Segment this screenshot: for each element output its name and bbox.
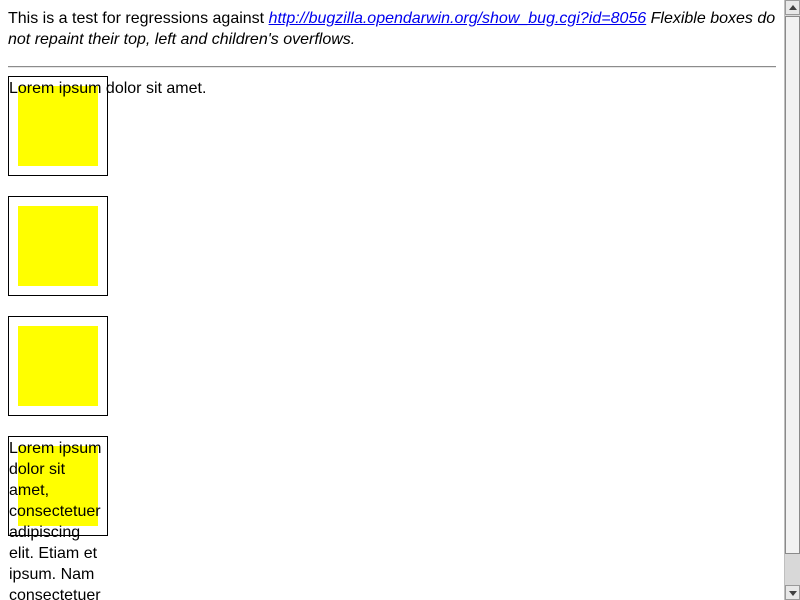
yellow-fill <box>18 326 98 406</box>
scroll-down-button[interactable] <box>785 585 800 600</box>
vertical-scrollbar[interactable] <box>784 0 800 600</box>
horizontal-rule <box>8 66 776 68</box>
intro-paragraph: This is a test for regressions against h… <box>8 8 776 50</box>
arrow-up-icon <box>789 5 797 10</box>
scroll-up-button[interactable] <box>785 0 800 15</box>
box-overflow-text: Lorem ipsum dolor sit amet. <box>9 80 207 97</box>
bug-link[interactable]: http://bugzilla.opendarwin.org/show_bug.… <box>269 10 647 27</box>
flex-box-2 <box>8 196 108 296</box>
page-content: This is a test for regressions against h… <box>8 8 776 50</box>
box-overflow-text: Lorem ipsum dolor sit amet, consectetuer… <box>9 440 102 600</box>
flex-box-3 <box>8 316 108 416</box>
yellow-fill <box>18 206 98 286</box>
arrow-down-icon <box>789 591 797 596</box>
flex-box-1: Lorem ipsum dolor sit amet. <box>8 76 206 176</box>
flex-box-4: Lorem ipsum dolor sit amet, consectetuer… <box>8 436 108 600</box>
scroll-thumb[interactable] <box>785 16 800 554</box>
intro-prefix: This is a test for regressions against <box>8 10 269 27</box>
